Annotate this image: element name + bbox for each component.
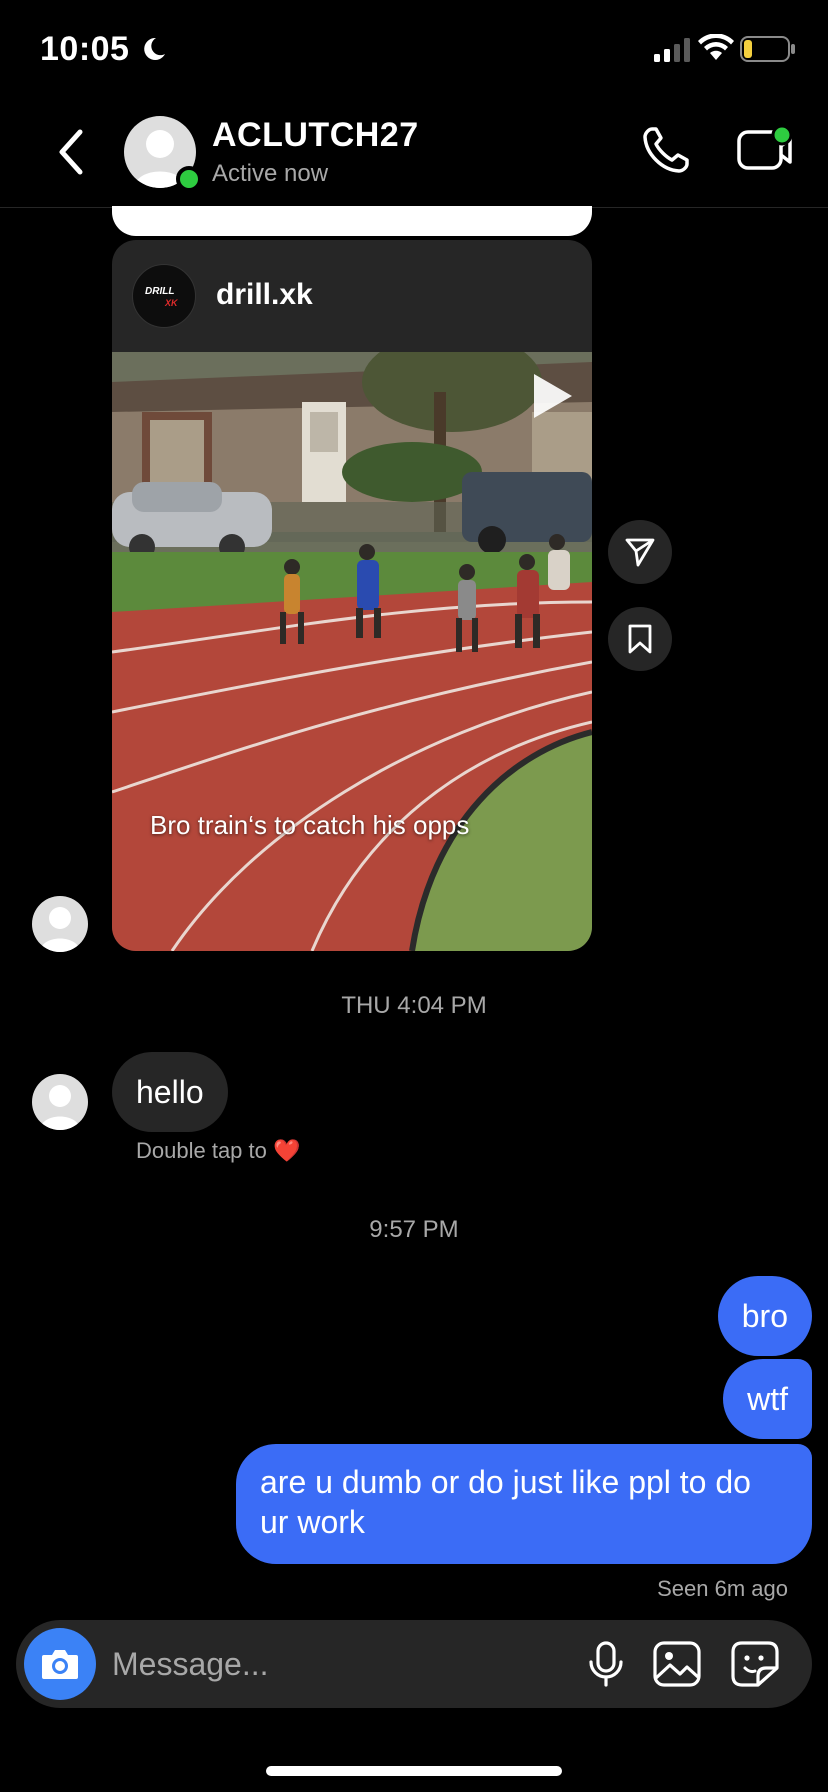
sticker-icon[interactable] [730,1640,780,1688]
share-button[interactable] [608,520,672,584]
sender-avatar[interactable] [32,896,88,952]
video-frame-image [112,352,592,951]
contact-status: Active now [212,160,329,187]
double-tap-text: Double tap to [136,1138,267,1163]
post-username[interactable]: drill.xk [216,278,313,312]
chat-header: ACLUTCH27 Active now [0,100,828,208]
share-icon [625,538,655,567]
message-composer [16,1620,812,1708]
camera-icon [42,1650,78,1679]
contact-avatar[interactable] [124,116,202,192]
contact-name[interactable]: ACLUTCH27 [212,116,419,155]
home-indicator[interactable] [266,1766,562,1776]
phone-icon[interactable] [640,124,692,176]
post-author-avatar[interactable]: DRILL XK [132,264,196,328]
outgoing-message-bubble[interactable]: wtf [723,1359,812,1439]
battery-icon [740,36,795,62]
save-button[interactable] [608,607,672,671]
shared-post-header[interactable]: DRILL XK drill.xk [112,240,592,352]
post-logo-subtext: XK [165,298,178,308]
seen-status: Seen 6m ago [657,1576,788,1601]
post-logo-text: DRILL [145,286,175,297]
message-input[interactable] [112,1634,492,1694]
play-icon[interactable] [528,370,576,422]
camera-button[interactable] [24,1628,96,1700]
back-chevron-icon[interactable] [52,124,92,180]
previous-shared-card[interactable] [112,206,592,236]
heart-icon: ❤️ [273,1138,301,1163]
moon-icon [144,37,165,60]
bookmark-icon [628,624,652,654]
double-tap-hint: Double tap to ❤️ [136,1138,300,1164]
post-caption: Bro train‘s to catch his opps [150,810,470,840]
incoming-message-bubble[interactable]: hello [112,1052,228,1132]
shared-post-card[interactable]: DRILL XK drill.xk Bro train‘s to catch h… [112,240,592,951]
outgoing-message-bubble[interactable]: bro [717,1276,812,1356]
video-call-icon[interactable] [736,124,792,176]
message-timestamp: 9:57 PM [369,1216,459,1243]
status-bar: 10:05 [0,0,828,100]
message-timestamp: THU 4:04 PM [341,992,487,1019]
gallery-icon[interactable] [652,1640,702,1688]
sender-avatar[interactable] [32,1074,88,1130]
default-avatar-icon [40,907,80,952]
signal-icon [654,38,690,62]
microphone-icon[interactable] [582,1640,630,1688]
status-time: 10:05 [40,30,130,68]
default-avatar-icon [40,1085,80,1130]
online-indicator [176,166,202,192]
wifi-icon [698,34,734,60]
outgoing-message-bubble[interactable]: are u dumb or do just like ppl to do ur … [236,1444,812,1564]
post-video-thumbnail[interactable]: Bro train‘s to catch his opps [112,352,592,951]
